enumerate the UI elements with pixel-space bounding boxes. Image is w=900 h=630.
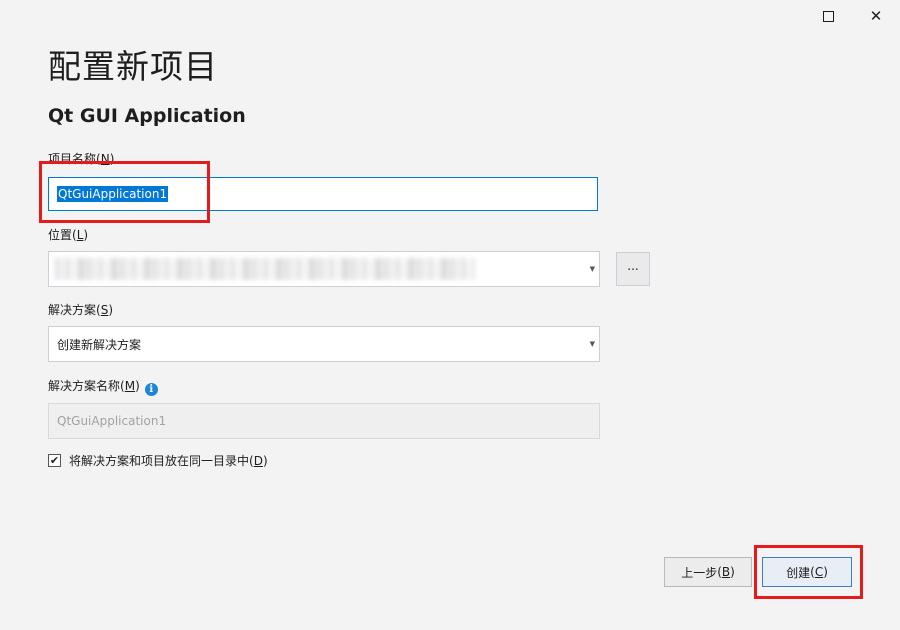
- page-title: 配置新项目: [48, 47, 218, 86]
- solution-name-value: QtGuiApplication1: [57, 414, 167, 428]
- project-name-input[interactable]: QtGuiApplication1: [48, 177, 598, 211]
- location-combobox[interactable]: ▼: [48, 251, 600, 287]
- back-button[interactable]: 上一步(B): [664, 557, 752, 587]
- location-path-redacted: [55, 258, 475, 280]
- same-directory-option[interactable]: ✔ 将解决方案和项目放在同一目录中(D): [48, 452, 268, 469]
- solution-selected-value: 创建新解决方案: [57, 337, 142, 352]
- close-button[interactable]: ✕: [854, 0, 898, 32]
- location-label: 位置(L): [48, 228, 89, 242]
- maximize-icon: [822, 10, 834, 22]
- configure-project-dialog: ✕ 配置新项目 Qt GUI Application 项目名称(N) QtGui…: [0, 0, 900, 630]
- project-name-value: QtGuiApplication1: [57, 186, 169, 202]
- close-icon: ✕: [869, 6, 883, 25]
- chevron-down-icon: ▼: [589, 265, 595, 273]
- solution-label: 解决方案(S): [48, 303, 114, 317]
- solution-combobox[interactable]: 创建新解决方案 ▼: [48, 326, 600, 362]
- same-directory-label: 将解决方案和项目放在同一目录中(D): [69, 454, 268, 468]
- solution-name-input: QtGuiApplication1: [48, 403, 600, 439]
- checkmark-icon: ✔: [49, 454, 60, 467]
- solution-name-label: 解决方案名称(M) i: [48, 377, 158, 396]
- browse-location-button[interactable]: ...: [616, 252, 650, 286]
- project-template-name: Qt GUI Application: [48, 105, 246, 127]
- info-icon[interactable]: i: [144, 383, 158, 396]
- maximize-button[interactable]: [806, 0, 850, 32]
- chevron-down-icon: ▼: [589, 340, 595, 348]
- create-button[interactable]: 创建(C): [762, 557, 852, 587]
- project-name-label: 项目名称(N): [48, 152, 115, 166]
- same-directory-checkbox[interactable]: ✔: [48, 454, 61, 467]
